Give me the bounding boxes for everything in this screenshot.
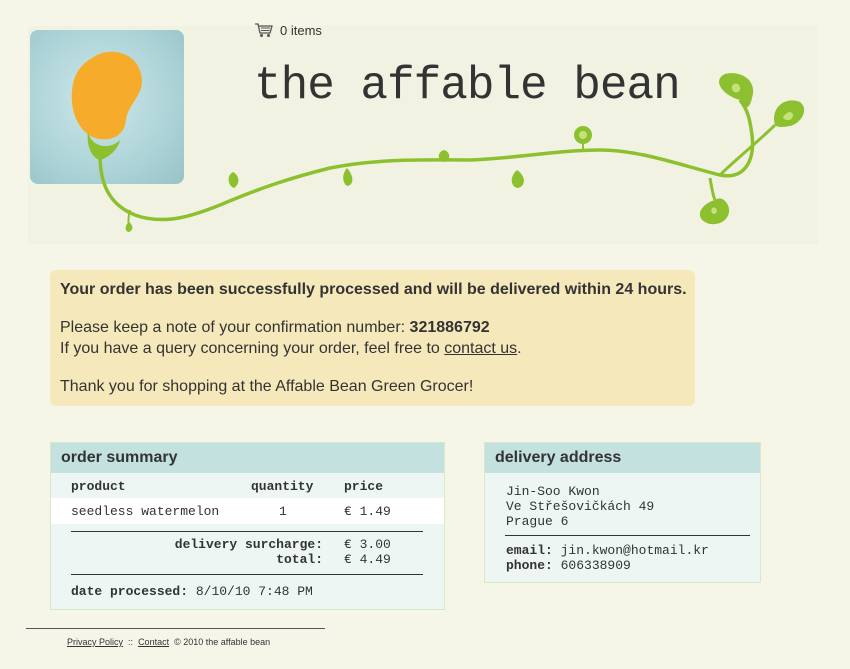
note-prefix: Please keep a note of your confirmation … bbox=[60, 319, 406, 336]
query-line: If you have a query concerning your orde… bbox=[60, 340, 522, 358]
divider bbox=[71, 574, 423, 575]
contact-link[interactable]: Contact bbox=[138, 637, 169, 647]
address-city: Prague 6 bbox=[506, 514, 569, 529]
row-product: seedless watermelon bbox=[71, 504, 220, 519]
date-value: 8/10/10 7:48 PM bbox=[195, 584, 313, 599]
delivery-surcharge-label: delivery surcharge: bbox=[174, 537, 323, 552]
date-processed: date processed: 8/10/10 7:48 PM bbox=[71, 584, 313, 599]
table-row: seedless watermelon 1 € 1.49 bbox=[51, 498, 444, 524]
address-street: Ve Střešovičkách 49 bbox=[506, 499, 655, 514]
footer: Privacy Policy :: Contact © 2010 the aff… bbox=[26, 628, 325, 647]
cart-count: 0 items bbox=[280, 22, 322, 38]
confirmation-headline: Your order has been successfully process… bbox=[60, 281, 687, 298]
delivery-address-panel: delivery address Jin-Soo Kwon Ve Střešov… bbox=[484, 442, 761, 583]
confirmation-number: 321886792 bbox=[409, 319, 490, 336]
email-label: email: bbox=[506, 543, 553, 558]
divider bbox=[71, 531, 423, 532]
col-product: product bbox=[71, 479, 126, 494]
row-quantity: 1 bbox=[279, 504, 287, 519]
delivery-surcharge-value: € 3.00 bbox=[344, 537, 391, 552]
row-price: € 1.49 bbox=[344, 504, 391, 519]
total-value: € 4.49 bbox=[344, 552, 391, 567]
brand-title[interactable]: the affable bean bbox=[254, 60, 681, 112]
confirmation-message: Your order has been successfully process… bbox=[50, 270, 695, 406]
confirmation-note: Please keep a note of your confirmation … bbox=[60, 319, 490, 337]
footer-separator: :: bbox=[128, 637, 134, 647]
delivery-address-heading: delivery address bbox=[485, 443, 760, 473]
phone-value: 606338909 bbox=[560, 558, 631, 573]
bean-shape bbox=[71, 51, 143, 140]
shopping-cart-icon bbox=[255, 23, 273, 37]
query-prefix: If you have a query concerning your orde… bbox=[60, 340, 440, 357]
cart-widget[interactable]: 0 items bbox=[254, 22, 322, 38]
date-label: date processed: bbox=[71, 584, 189, 599]
email-value: jin.kwon@hotmail.kr bbox=[560, 543, 709, 558]
col-price: price bbox=[344, 479, 384, 494]
phone-line: phone: 606338909 bbox=[506, 558, 631, 573]
order-summary-heading: order summary bbox=[51, 443, 444, 473]
divider bbox=[505, 535, 750, 536]
privacy-policy-link[interactable]: Privacy Policy bbox=[67, 637, 123, 647]
vine-illustration bbox=[71, 51, 805, 232]
query-suffix: . bbox=[517, 340, 522, 357]
thank-you-text: Thank you for shopping at the Affable Be… bbox=[60, 378, 474, 395]
address-name: Jin-Soo Kwon bbox=[506, 484, 600, 499]
phone-label: phone: bbox=[506, 558, 553, 573]
email-line: email: jin.kwon@hotmail.kr bbox=[506, 543, 709, 558]
col-quantity: quantity bbox=[251, 479, 314, 494]
contact-us-link[interactable]: contact us bbox=[444, 340, 517, 357]
copyright-text: © 2010 the affable bean bbox=[174, 637, 271, 647]
total-label: total: bbox=[276, 552, 323, 567]
order-summary-panel: order summary product quantity price see… bbox=[50, 442, 445, 610]
